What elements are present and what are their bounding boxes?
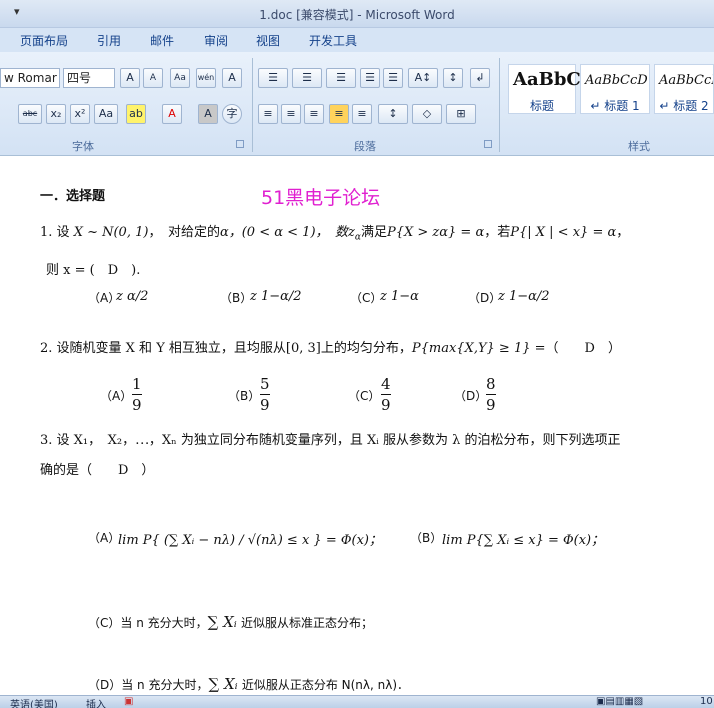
sort-icon[interactable]: ↕ <box>443 68 463 88</box>
styles-group-label: 样式 <box>628 140 650 153</box>
character-shading-icon[interactable]: A <box>198 104 218 124</box>
style-title-sample: AaBbC <box>513 69 581 90</box>
q1-option-b-value: z 1−α/2 <box>250 289 302 304</box>
numbering-icon[interactable]: ☰ <box>292 68 322 88</box>
view-buttons[interactable]: ▣▤▥▦▧ <box>596 696 643 707</box>
q1-option-d-value: z 1−α/2 <box>498 289 550 304</box>
font-size-select[interactable]: 四号 <box>63 68 115 88</box>
q2-option-a-fraction: 19 <box>132 375 142 414</box>
language-status[interactable]: 英语(美国) <box>10 696 58 708</box>
q1-option-d-label: （D） <box>468 291 502 305</box>
font-dialog-launcher-icon[interactable] <box>236 140 244 148</box>
borders-icon[interactable]: ⊞ <box>446 104 476 124</box>
q1-option-c-value: z 1−α <box>380 289 419 304</box>
style-heading-2-name: ↵ 标题 2 <box>659 99 709 113</box>
window-title: 1.doc [兼容模式] - Microsoft Word <box>259 8 455 22</box>
distributed-icon[interactable]: ≡ <box>352 104 372 124</box>
q2-option-c-fraction: 49 <box>381 375 391 414</box>
document-page[interactable]: 一．选择题 51黑电子论坛 1. 设 X ~ N(0, 1)， 对给定的α，(0… <box>0 157 714 695</box>
style-title[interactable]: AaBbC 标题 <box>508 64 581 114</box>
q2-option-c-label: （C） <box>348 389 381 403</box>
title-bar: ▾ 1.doc [兼容模式] - Microsoft Word <box>0 0 714 28</box>
question-1: 1. 设 X ~ N(0, 1)， 对给定的α，(0 < α < 1)， 数zα… <box>40 225 630 243</box>
justify-icon[interactable]: ≡ <box>329 104 349 124</box>
tab-page-layout[interactable]: 页面布局 <box>20 32 68 49</box>
q3-option-a-label: （A） <box>88 531 121 545</box>
q1-option-a-value: z α/2 <box>116 289 149 304</box>
insert-mode-status[interactable]: 插入 <box>86 696 106 708</box>
strikethrough-icon[interactable]: abc <box>18 104 42 124</box>
q3-option-d: （D）当 n 充分大时，∑ Xᵢ 近似服从正态分布 N(nλ, nλ)． <box>88 675 410 693</box>
font-group-label: 字体 <box>72 140 94 153</box>
macro-record-icon[interactable]: ▣ <box>124 696 133 707</box>
tab-developer[interactable]: 开发工具 <box>309 32 357 49</box>
tab-references[interactable]: 引用 <box>97 32 121 49</box>
q2-option-b-fraction: 59 <box>260 375 270 414</box>
q1-option-c-label: （C） <box>350 291 383 305</box>
q2-option-a-label: （A） <box>100 389 133 403</box>
tab-view[interactable]: 视图 <box>256 32 280 49</box>
highlight-icon[interactable]: ab <box>126 104 146 124</box>
character-border-icon[interactable]: A <box>222 68 242 88</box>
line-spacing-icon[interactable]: ↕ <box>378 104 408 124</box>
align-left-icon[interactable]: ≡ <box>258 104 278 124</box>
font-color-icon[interactable]: A <box>162 104 182 124</box>
paragraph-group-label: 段落 <box>354 140 376 153</box>
tab-review[interactable]: 审阅 <box>204 32 228 49</box>
q2-option-d-label: （D） <box>454 389 488 403</box>
q2-option-b-label: （B） <box>228 389 261 403</box>
question-3-line-1: 3. 设 X₁， X₂，⋯，Xₙ 为独立同分布随机变量序列，且 Xᵢ 服从参数为… <box>40 433 621 448</box>
font-name-select[interactable]: w Romar <box>0 68 60 88</box>
style-heading-1-sample: AaBbCcD <box>585 73 648 88</box>
change-case-icon[interactable]: Aa <box>170 68 190 88</box>
q3-option-a-formula: lim P{ (∑ Xᵢ − nλ) / √(nλ) ≤ x } = Φ(x)； <box>118 533 382 548</box>
bullets-icon[interactable]: ☰ <box>258 68 288 88</box>
ribbon-tabs: 页面布局 引用 邮件 审阅 视图 开发工具 <box>0 28 714 52</box>
tab-mailings[interactable]: 邮件 <box>150 32 174 49</box>
q2-option-d-fraction: 89 <box>486 375 496 414</box>
multilevel-list-icon[interactable]: ☰ <box>326 68 356 88</box>
chinese-layout-icon[interactable]: A↕ <box>408 68 438 88</box>
group-divider <box>252 58 253 152</box>
group-divider <box>499 58 500 152</box>
question-2: 2. 设随机变量 X 和 Y 相互独立，且均服从[0, 3]上的均匀分布，P{m… <box>40 341 621 356</box>
superscript-icon[interactable]: x² <box>70 104 90 124</box>
q3-option-b-formula: lim P{∑ Xᵢ ≤ x} = Φ(x)； <box>442 533 605 548</box>
decrease-indent-icon[interactable]: ☰ <box>360 68 380 88</box>
zoom-level[interactable]: 10 <box>700 696 713 707</box>
show-marks-icon[interactable]: ↲ <box>470 68 490 88</box>
grow-font-icon[interactable]: A <box>120 68 140 88</box>
shading-icon[interactable]: ◇ <box>412 104 442 124</box>
q3-option-b-label: （B） <box>410 531 443 545</box>
question-3-line-2: 确的是（ D ） <box>40 463 155 478</box>
align-center-icon[interactable]: ≡ <box>281 104 301 124</box>
q3-option-c: （C）当 n 充分大时，∑ Xᵢ 近似服从标准正态分布； <box>88 613 373 631</box>
status-bar: 英语(美国) 插入 ▣ ▣▤▥▦▧ 10 <box>0 695 714 708</box>
section-title: 一．选择题 <box>40 189 106 204</box>
phonetic-guide-icon[interactable]: wén <box>196 68 216 88</box>
style-heading-2[interactable]: AaBbCcD ↵ 标题 2 <box>654 64 714 114</box>
question-1-answer: 则 x = ( D ). <box>46 263 141 278</box>
forum-watermark: 51黑电子论坛 <box>261 187 381 209</box>
style-title-name: 标题 <box>529 99 554 113</box>
style-heading-1[interactable]: AaBbCcD ↵ 标题 1 <box>580 64 650 114</box>
paragraph-dialog-launcher-icon[interactable] <box>484 140 492 148</box>
style-heading-1-name: ↵ 标题 1 <box>590 99 640 113</box>
align-right-icon[interactable]: ≡ <box>304 104 324 124</box>
increase-indent-icon[interactable]: ☰ <box>383 68 403 88</box>
enclose-characters-icon[interactable]: 字 <box>222 104 242 124</box>
style-heading-2-sample: AaBbCcD <box>659 73 713 88</box>
q1-option-b-label: （B） <box>220 291 253 305</box>
shrink-font-icon[interactable]: A <box>143 68 163 88</box>
change-case-2-icon[interactable]: Aa <box>94 104 118 124</box>
subscript-icon[interactable]: x₂ <box>46 104 66 124</box>
ribbon: w Romar 四号 A A Aa wén A abc x₂ x² Aa ab … <box>0 52 714 156</box>
